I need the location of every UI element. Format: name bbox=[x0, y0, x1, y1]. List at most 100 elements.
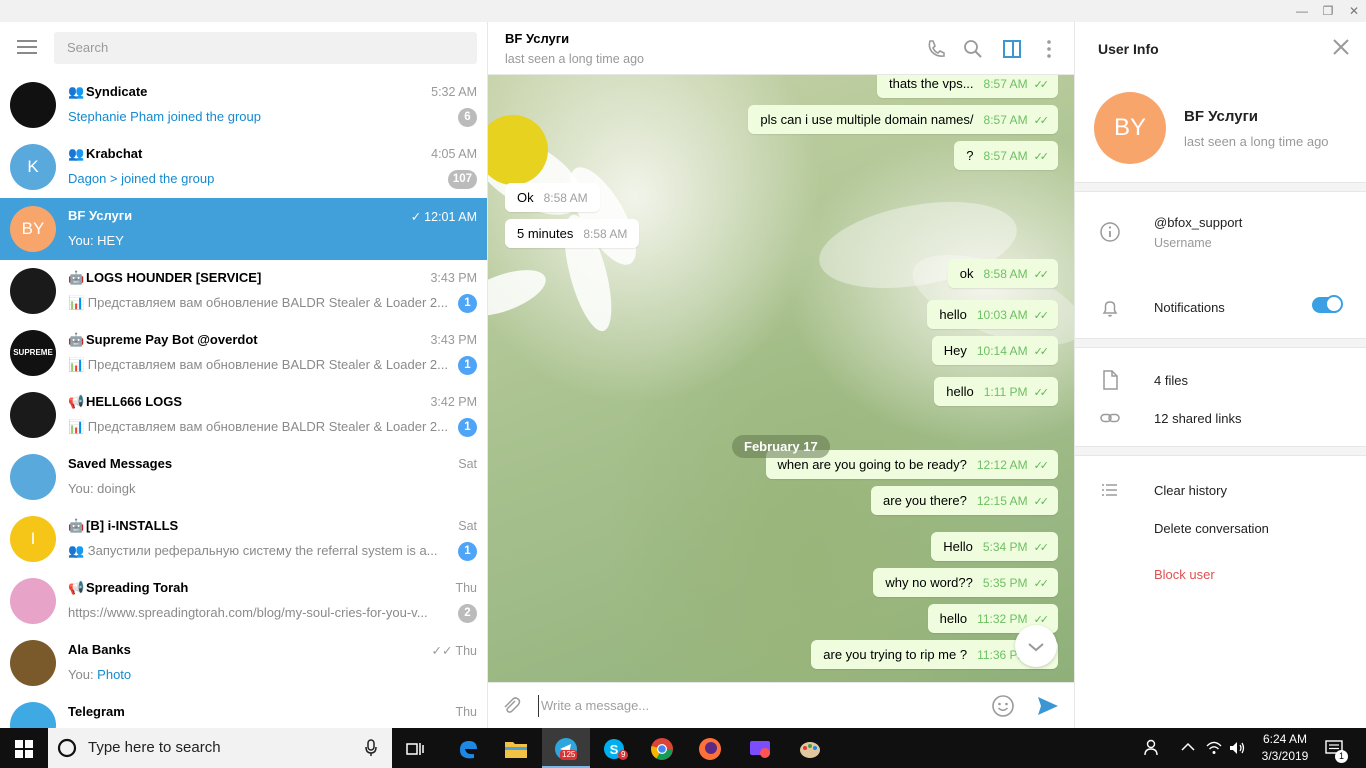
chat-preview: You: Photo bbox=[68, 667, 448, 682]
wifi-icon[interactable] bbox=[1206, 740, 1222, 756]
phone-call-icon[interactable] bbox=[925, 38, 947, 60]
message-text: thats the vps... bbox=[888, 76, 974, 91]
firefox-icon[interactable] bbox=[686, 728, 734, 768]
conversation-title[interactable]: BF Услуги bbox=[505, 31, 569, 46]
section-divider bbox=[1075, 338, 1366, 348]
message-text: are you trying to rip me ? bbox=[823, 647, 968, 662]
files-link[interactable]: 4 files bbox=[1154, 373, 1188, 388]
chat-list-item[interactable]: 🤖 LOGS HOUNDER [SERVICE] 3:43 PM 📊 Представ… bbox=[0, 260, 487, 322]
chrome-icon[interactable] bbox=[638, 728, 686, 768]
outgoing-message[interactable]: are you there? 12:15 AM ✓✓ bbox=[871, 486, 1058, 515]
minimize-button[interactable]: — bbox=[1290, 2, 1314, 20]
chat-preview: Stephanie Pham joined the group bbox=[68, 109, 448, 124]
message-time: 1:11 PM bbox=[983, 385, 1028, 399]
windows-start-icon[interactable] bbox=[15, 740, 33, 758]
system-clock[interactable]: 6:24 AM 3/3/2019 bbox=[1255, 731, 1315, 765]
chat-time-text: 5:32 AM bbox=[431, 85, 477, 99]
chat-name: 👥 Syndicate bbox=[68, 84, 147, 100]
message-text: hello bbox=[939, 611, 968, 626]
section-divider bbox=[1075, 182, 1366, 192]
edge-browser-icon[interactable] bbox=[444, 728, 492, 768]
outgoing-message[interactable]: Hey 10:14 AM ✓✓ bbox=[931, 336, 1058, 365]
close-icon[interactable] bbox=[1330, 36, 1352, 58]
send-icon[interactable] bbox=[1036, 695, 1060, 717]
file-explorer-icon[interactable] bbox=[492, 728, 540, 768]
telegram-unread-badge: 125 bbox=[560, 750, 578, 760]
scroll-down-button[interactable] bbox=[1015, 625, 1057, 667]
message-time: 8:57 AM bbox=[983, 113, 1028, 127]
clear-history-button[interactable]: Clear history bbox=[1154, 483, 1227, 498]
search-icon[interactable] bbox=[962, 38, 984, 60]
people-icon[interactable] bbox=[1143, 738, 1163, 758]
chat-preview-sender: You: bbox=[68, 667, 98, 682]
chat-list-item[interactable]: BY BF Услуги ✓ 12:01 AM You: HEY bbox=[0, 198, 487, 260]
chat-background: thats the vps... 8:57 AM ✓✓ pls can i use m… bbox=[488, 75, 1074, 682]
chat-list-item[interactable]: Ala Banks ✓✓ Thu You: Photo bbox=[0, 632, 487, 694]
hamburger-menu-icon[interactable] bbox=[17, 40, 37, 54]
message-time: 10:03 AM bbox=[976, 308, 1028, 322]
outgoing-message[interactable]: pls can i use multiple domain names/8:57… bbox=[748, 105, 1058, 134]
chat-name: 👥 Krabchat bbox=[68, 146, 142, 162]
compose-bar: Write a message... bbox=[488, 682, 1074, 728]
attach-paperclip-icon[interactable] bbox=[500, 695, 522, 717]
shared-links-link[interactable]: 12 shared links bbox=[1154, 411, 1241, 426]
outgoing-message[interactable]: hello 10:03 AM ✓✓ bbox=[927, 300, 1058, 329]
volume-icon[interactable] bbox=[1228, 740, 1246, 756]
outgoing-message[interactable]: ok 8:58 AM ✓✓ bbox=[947, 259, 1058, 288]
chat-list-item[interactable]: Telegram Thu bbox=[0, 694, 487, 728]
message-text: hello bbox=[939, 307, 967, 322]
chat-list-item[interactable]: Saved Messages Sat You: doingk bbox=[0, 446, 487, 508]
bell-icon bbox=[1102, 301, 1118, 317]
chat-list-item[interactable]: K 👥 Krabchat 4:05 AM Dagon > joined the grou… bbox=[0, 136, 487, 198]
chat-preview-sender: You: bbox=[68, 481, 98, 496]
block-user-button[interactable]: Block user bbox=[1154, 567, 1215, 582]
outgoing-message[interactable]: thats the vps... 8:57 AM ✓✓ bbox=[876, 75, 1058, 98]
windows-taskbar: Type here to search 125 S 9 6:24 AM 3/3/… bbox=[0, 728, 1366, 768]
close-window-button[interactable]: ✕ bbox=[1342, 2, 1366, 20]
chat-time-text: 3:43 PM bbox=[430, 271, 477, 285]
microphone-icon[interactable] bbox=[364, 739, 378, 757]
message-input[interactable]: Write a message... bbox=[538, 695, 968, 717]
chevron-up-icon[interactable] bbox=[1181, 742, 1195, 752]
chat-name-text: Ala Banks bbox=[68, 642, 131, 657]
sidebar-toggle-icon[interactable] bbox=[1001, 38, 1023, 60]
chat-list-item[interactable]: 📢 Spreading Torah Thu https://www.spreading… bbox=[0, 570, 487, 632]
paint-icon[interactable] bbox=[786, 728, 834, 768]
notification-count-badge: 1 bbox=[1335, 750, 1348, 763]
outgoing-message[interactable]: Hello 5:34 PM ✓✓ bbox=[931, 532, 1058, 561]
remote-app-icon[interactable] bbox=[736, 728, 784, 768]
notifications-toggle[interactable] bbox=[1312, 295, 1343, 313]
chat-list-item[interactable]: 📢 HELL666 LOGS 3:42 PM 📊 Представляем вам о… bbox=[0, 384, 487, 446]
more-options-icon[interactable] bbox=[1038, 38, 1060, 60]
outgoing-message[interactable]: ? 8:57 AM ✓✓ bbox=[954, 141, 1058, 170]
incoming-message[interactable]: 5 minutes 8:58 AM bbox=[505, 219, 640, 248]
chat-name: Ala Banks bbox=[68, 642, 131, 657]
chat-list-item[interactable]: SUPREME 🤖 Supreme Pay Bot @overdot 3:43 PM 📊… bbox=[0, 322, 487, 384]
incoming-message[interactable]: Ok 8:58 AM bbox=[505, 183, 600, 212]
username-value[interactable]: @bfox_support bbox=[1154, 215, 1242, 230]
chat-list-item[interactable]: I 🤖 [B] i-INSTALLS Sat 👥 Запустили реферальн… bbox=[0, 508, 487, 570]
outgoing-message[interactable]: why no word?? 5:35 PM ✓✓ bbox=[873, 568, 1058, 597]
task-view-icon[interactable] bbox=[392, 728, 440, 768]
chat-avatar: BY bbox=[10, 206, 56, 252]
chat-name-text: Saved Messages bbox=[68, 456, 173, 471]
cortana-circle-icon bbox=[57, 738, 77, 758]
double-check-icon: ✓✓ bbox=[1033, 79, 1050, 91]
chat-list-item[interactable]: 👥 Syndicate 5:32 AM Stephanie Pham joined t… bbox=[0, 74, 487, 136]
skype-icon[interactable]: S 9 bbox=[590, 728, 638, 768]
chat-name-text: Supreme Pay Bot @overdot bbox=[86, 332, 258, 347]
taskbar-search-input[interactable]: Type here to search bbox=[48, 728, 392, 768]
maximize-button[interactable]: ❐ bbox=[1316, 2, 1340, 20]
unread-badge: 1 bbox=[458, 294, 477, 313]
chat-avatar bbox=[10, 702, 56, 728]
telegram-taskbar-icon[interactable]: 125 bbox=[542, 728, 590, 768]
chat-avatar bbox=[10, 268, 56, 314]
delete-conversation-button[interactable]: Delete conversation bbox=[1154, 521, 1269, 536]
outgoing-message[interactable]: hello 1:11 PM ✓✓ bbox=[934, 377, 1058, 406]
chat-preview: 👥 Запустили реферальную систему the refe… bbox=[68, 543, 448, 559]
search-input[interactable]: Search bbox=[54, 32, 477, 64]
emoji-icon[interactable] bbox=[991, 694, 1015, 718]
user-avatar[interactable]: BY bbox=[1094, 92, 1166, 164]
chat-preview: You: doingk bbox=[68, 481, 448, 496]
message-time: 8:57 AM bbox=[983, 77, 1028, 91]
